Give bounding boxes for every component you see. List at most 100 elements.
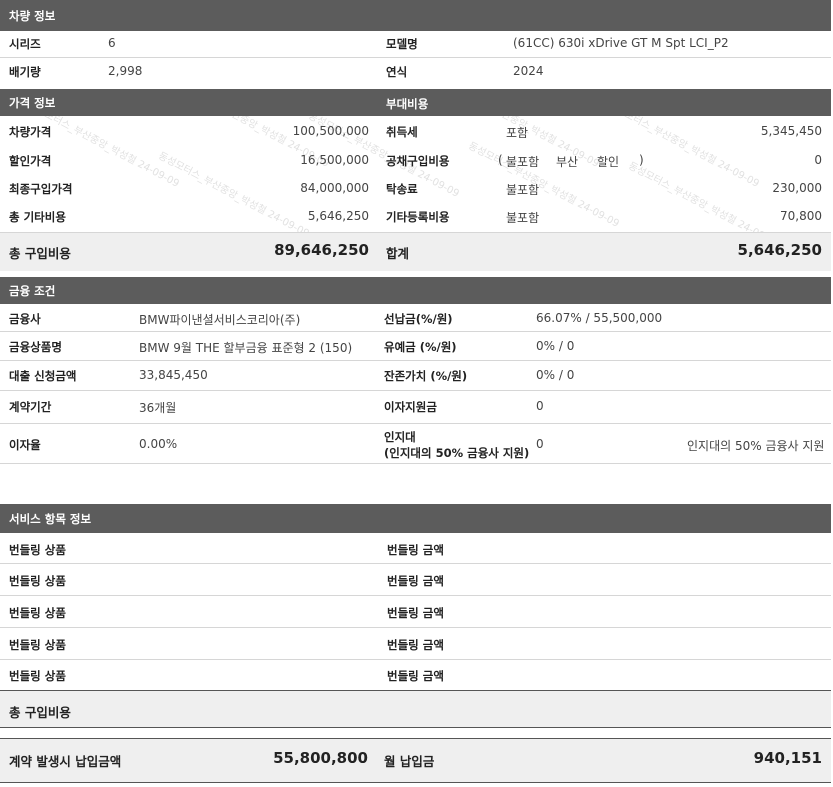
final-price-label: 최종구입가격 [9, 182, 73, 196]
watermark-text: 동성모터스_부산중앙_박성철 24-09-09 [606, 116, 761, 190]
finance-title: 금융 조건 [9, 283, 56, 298]
displacement-label: 배기량 [9, 65, 41, 79]
stamp-duty-sublabel: (인지대의 50% 금융사 지원) [384, 446, 530, 460]
bond-option-region: 부산 [556, 155, 579, 169]
year-value: 2024 [513, 64, 544, 78]
finance-header: 금융 조건 [0, 277, 831, 304]
contract-payment-label: 계약 발생시 납입금액 [9, 754, 122, 769]
loan-amount-value: 33,845,450 [139, 368, 208, 382]
product-name-value: BMW 9월 THE 할부금융 표준형 2 (150) [139, 341, 353, 355]
acquisition-tax-option: 포함 [506, 126, 529, 140]
bundle-amount-label: 번들링 금액 [387, 669, 444, 683]
total-purchase-label: 총 구입비용 [9, 246, 71, 261]
service-header: 서비스 항목 정보 [0, 504, 831, 533]
vehicle-price-value: 100,500,000 [292, 124, 369, 138]
year-label: 연식 [386, 65, 408, 79]
interest-rate-value: 0.00% [139, 437, 178, 451]
total-purchase-value: 89,646,250 [274, 241, 369, 259]
stamp-duty-label: 인지대 [384, 430, 416, 444]
watermark-text: 동성모터스_부산중앙_박성철 24-09-09 [156, 150, 311, 232]
contract-payment-value: 55,800,800 [273, 749, 368, 767]
discount-label: 할인가격 [9, 154, 52, 168]
watermark-text: 동성모터스_부산중앙_박성철 24-09-09 [466, 140, 621, 230]
model-value: (61CC) 630i xDrive GT M Spt LCI_P2 [513, 36, 729, 50]
extra-sum-value: 5,646,250 [737, 241, 822, 259]
registration-fee-label: 기타등록비용 [386, 210, 450, 224]
bundle-product-label: 번들링 상품 [9, 543, 66, 557]
contract-term-label: 계약기간 [9, 400, 52, 414]
series-value: 6 [108, 36, 116, 50]
deferred-amount-label: 유예금 (%/원) [384, 340, 457, 354]
residual-value-value: 0% / 0 [536, 368, 575, 382]
divider [0, 659, 831, 660]
bond-option-discount: 할인 [597, 155, 620, 169]
discount-value: 16,500,000 [300, 153, 369, 167]
product-name-label: 금융상품명 [9, 340, 62, 354]
divider [0, 782, 831, 783]
prepayment-value: 66.07% / 55,500,000 [536, 311, 663, 325]
finance-company-value: BMW파이낸셜서비스코리아(주) [139, 313, 301, 327]
vehicle-price-label: 차량가격 [9, 125, 52, 139]
loan-amount-label: 대출 신청금액 [9, 369, 77, 383]
bundle-amount-label: 번들링 금액 [387, 638, 444, 652]
divider [0, 57, 831, 58]
divider [0, 463, 831, 464]
other-cost-label: 총 기타비용 [9, 210, 66, 224]
bundle-product-label: 번들링 상품 [9, 574, 66, 588]
service-total-row [0, 690, 831, 727]
prepayment-label: 선납금(%/원) [384, 312, 453, 326]
model-label: 모델명 [386, 37, 418, 51]
other-cost-value: 5,646,250 [307, 209, 369, 223]
divider [0, 738, 831, 739]
stamp-duty-value: 0 [536, 437, 544, 451]
interest-rate-label: 이자율 [9, 438, 41, 452]
interest-support-value: 0 [536, 399, 544, 413]
divider [0, 595, 831, 596]
bond-open-paren: ( [498, 153, 503, 167]
displacement-value: 2,998 [108, 64, 143, 78]
series-label: 시리즈 [9, 37, 41, 51]
service-title: 서비스 항목 정보 [9, 511, 92, 526]
divider [0, 727, 831, 728]
vehicle-info-title: 차량 정보 [9, 8, 56, 23]
divider [0, 232, 831, 233]
divider [0, 690, 831, 691]
delivery-fee-value: 230,000 [772, 181, 822, 195]
divider [0, 390, 831, 391]
registration-fee-value: 70,800 [780, 209, 822, 223]
divider [0, 331, 831, 332]
residual-value-label: 잔존가치 (%/원) [384, 369, 468, 383]
divider [0, 563, 831, 564]
bundle-amount-label: 번들링 금액 [387, 574, 444, 588]
deferred-amount-value: 0% / 0 [536, 339, 575, 353]
contract-term-value: 36개월 [139, 401, 177, 415]
final-price-value: 84,000,000 [300, 181, 369, 195]
price-info-title: 가격 정보 [9, 95, 56, 110]
bond-cost-value: 0 [814, 153, 822, 167]
divider [0, 627, 831, 628]
bond-close-paren: ) [639, 153, 644, 167]
bundle-product-label: 번들링 상품 [9, 669, 66, 683]
monthly-payment-value: 940,151 [753, 749, 822, 767]
registration-fee-option: 불포함 [506, 211, 540, 225]
bundle-product-label: 번들링 상품 [9, 638, 66, 652]
stamp-duty-note: 인지대의 50% 금융사 지원 [687, 439, 825, 453]
vehicle-info-header: 차량 정보 [0, 0, 831, 31]
divider [0, 423, 831, 424]
delivery-fee-option: 불포함 [506, 183, 540, 197]
bond-cost-label: 공채구입비용 [386, 154, 450, 168]
bundle-amount-label: 번들링 금액 [387, 606, 444, 620]
extra-sum-label: 합계 [386, 246, 410, 261]
bond-option-exclude: 불포함 [506, 155, 540, 169]
delivery-fee-label: 탁송료 [386, 182, 418, 196]
bundle-amount-label: 번들링 금액 [387, 543, 444, 557]
acquisition-tax-value: 5,345,450 [760, 124, 822, 138]
finance-company-label: 금융사 [9, 312, 41, 326]
acquisition-tax-label: 취득세 [386, 125, 418, 139]
bundle-product-label: 번들링 상품 [9, 606, 66, 620]
price-total-row [0, 232, 831, 271]
watermark-text: 동성모터스_부산중앙_박성철 24-09-09 [626, 160, 781, 232]
extra-cost-title: 부대비용 [386, 97, 429, 111]
divider [0, 360, 831, 361]
service-total-label: 총 구입비용 [9, 705, 71, 720]
